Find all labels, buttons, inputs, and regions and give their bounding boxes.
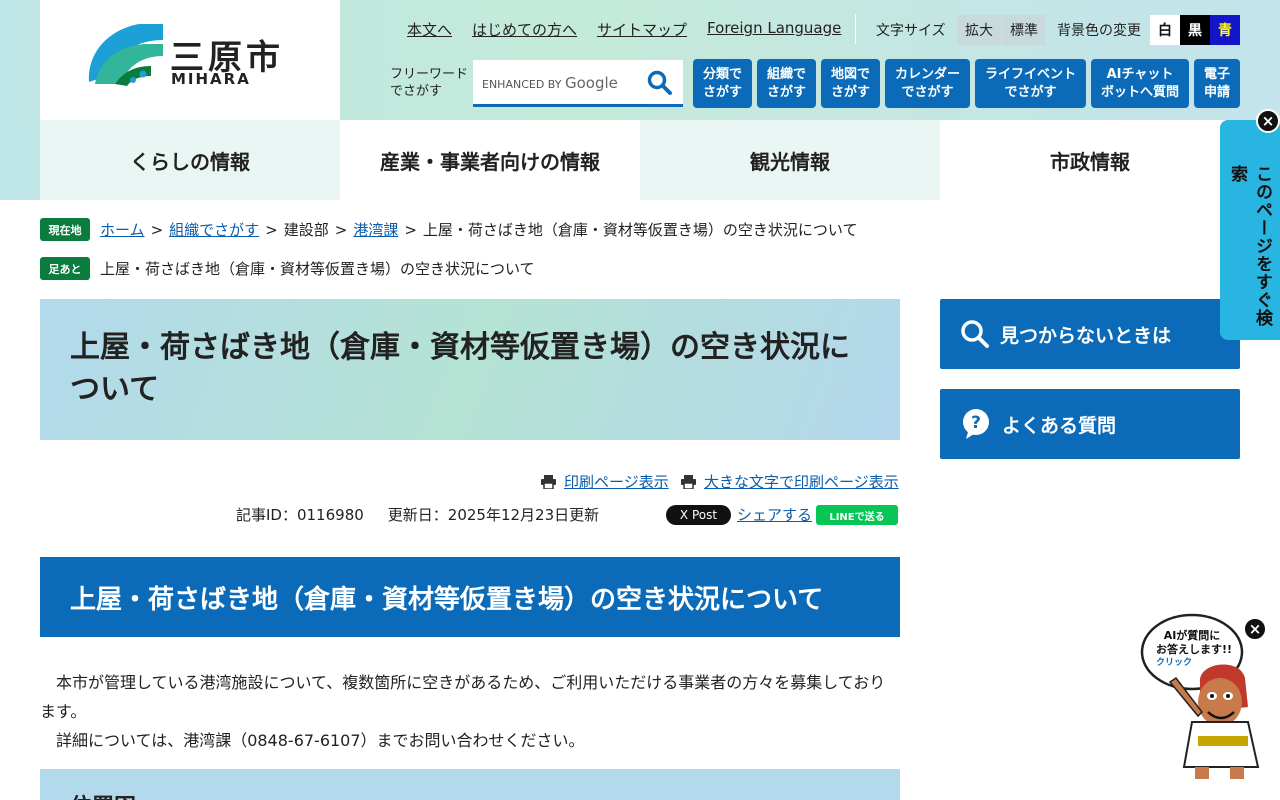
breadcrumb-home-link[interactable]: ホーム: [100, 219, 145, 240]
font-enlarge-button[interactable]: 拡大: [957, 15, 1001, 45]
side-tab-label: このページをすぐ検索: [1227, 165, 1272, 327]
search-icon[interactable]: [647, 70, 673, 96]
page-title-box: 上屋・荷さばき地（倉庫・資材等仮置き場）の空き状況について: [40, 299, 900, 440]
line-share-button[interactable]: LINEで送る: [816, 505, 898, 525]
bg-black-button[interactable]: 黒: [1180, 15, 1210, 45]
browse-by-department-button[interactable]: 組織で さがす: [757, 59, 816, 108]
search-placeholder: ENHANCED BY Google: [482, 74, 618, 92]
subsection-heading: 位置図: [40, 769, 900, 800]
article-body: 本市が管理している港湾施設について、複数箇所に空きがあるため、ご利用いただける事…: [40, 668, 900, 755]
browse-by-map-button[interactable]: 地図で さがす: [821, 59, 880, 108]
updated-date: 更新日：2025年12月23日更新: [387, 506, 600, 524]
bg-white-button[interactable]: 白: [1150, 15, 1180, 45]
search-label: フリーワードでさがす: [390, 67, 469, 99]
mascot-bubble-click: クリック: [1156, 657, 1192, 668]
nav-city-admin-info[interactable]: 市政情報: [940, 120, 1240, 200]
font-standard-button[interactable]: 標準: [1002, 15, 1046, 45]
breadcrumb-separator: >: [334, 220, 348, 239]
search-input[interactable]: ENHANCED BY Google: [473, 60, 683, 107]
skip-to-content-link[interactable]: 本文へ: [407, 19, 452, 40]
print-link-row: 印刷ページ表示: [541, 471, 669, 492]
logo-subtext: MIHARA: [171, 70, 251, 88]
print-page-link[interactable]: 印刷ページ表示: [564, 471, 669, 492]
nav-business-info[interactable]: 産業・事業者向けの情報: [340, 120, 640, 200]
faq-label: よくある質問: [1002, 414, 1117, 437]
breadcrumb-separator: >: [404, 220, 417, 239]
printer-icon: [541, 474, 556, 489]
body-paragraph: 本市が管理している港湾施設について、複数箇所に空きがあるため、ご利用いただける事…: [40, 673, 886, 721]
nav-living-info[interactable]: くらしの情報: [40, 120, 340, 200]
footprint-tag: 足あと: [40, 257, 90, 280]
x-post-button[interactable]: X Post: [666, 505, 731, 525]
bg-blue-button[interactable]: 青: [1210, 15, 1240, 45]
svg-text:?: ?: [971, 413, 981, 433]
close-side-tab-icon[interactable]: ×: [1256, 109, 1280, 133]
close-mascot-icon[interactable]: ×: [1243, 617, 1267, 641]
breadcrumb-tag: 現在地: [40, 218, 90, 241]
breadcrumb: 現在地 ホーム > 組織でさがす > 建設部 > 港湾課 > 上屋・荷さばき地（…: [40, 218, 857, 241]
breadcrumb-department-link[interactable]: 組織でさがす: [169, 219, 259, 240]
mascot-bubble-line1: AIが質問に: [1164, 628, 1221, 642]
article-id: 記事ID：0116980: [236, 506, 364, 524]
footprint-item: 上屋・荷さばき地（倉庫・資材等仮置き場）の空き状況について: [100, 260, 535, 278]
e-application-button[interactable]: 電子 申請: [1194, 59, 1240, 108]
breadcrumb-separator: >: [150, 220, 164, 239]
browse-by-calendar-button[interactable]: カレンダー でさがす: [885, 59, 970, 108]
site-logo[interactable]: 三原市 MIHARA: [40, 0, 340, 120]
breadcrumb-current: 上屋・荷さばき地（倉庫・資材等仮置き場）の空き状況について: [422, 221, 858, 239]
ai-chatbot-button[interactable]: AIチャット ボットへ質問: [1091, 59, 1189, 108]
font-size-label: 文字サイズ: [876, 23, 946, 39]
nav-tourism-info[interactable]: 観光情報: [640, 120, 940, 200]
mihara-logo-icon: [88, 24, 163, 86]
question-bubble-icon: ?: [963, 409, 989, 439]
not-found-button[interactable]: 見つからないときは: [940, 299, 1240, 369]
share-link[interactable]: シェアする: [737, 504, 812, 525]
print-large-link-row: 大きな文字で印刷ページ表示: [681, 471, 899, 492]
printer-icon: [681, 474, 696, 489]
utility-links: 本文へ はじめての方へ サイトマップ Foreign Language: [407, 19, 841, 40]
browse-by-category-button[interactable]: 分類で さがす: [693, 59, 752, 108]
body-paragraph: 詳細については、港湾課（0848-67-6107）までお問い合わせください。: [56, 731, 585, 750]
bg-color-label: 背景色の変更: [1057, 23, 1141, 39]
search-icon: [961, 320, 989, 348]
first-visit-link[interactable]: はじめての方へ: [472, 19, 577, 40]
foreign-language-link[interactable]: Foreign Language: [707, 19, 841, 40]
sitemap-link[interactable]: サイトマップ: [597, 19, 687, 40]
browse-by-life-event-button[interactable]: ライフイベント でさがす: [975, 59, 1086, 108]
breadcrumb-construction: 建設部: [283, 221, 329, 239]
breadcrumb-separator: >: [265, 220, 278, 239]
divider: [855, 14, 856, 44]
breadcrumb-port-link[interactable]: 港湾課: [353, 219, 398, 240]
article-meta: 記事ID：0116980 更新日：2025年12月23日更新: [236, 504, 599, 525]
section-heading: 上屋・荷さばき地（倉庫・資材等仮置き場）の空き状況について: [40, 557, 900, 637]
print-large-page-link[interactable]: 大きな文字で印刷ページ表示: [704, 471, 899, 492]
faq-button[interactable]: ? よくある質問: [940, 389, 1240, 459]
footprint-trail: 足あと 上屋・荷さばき地（倉庫・資材等仮置き場）の空き状況について: [40, 257, 535, 280]
page-search-side-tab[interactable]: このページをすぐ検索: [1220, 120, 1280, 340]
not-found-label: 見つからないときは: [1000, 324, 1172, 347]
page-title: 上屋・荷さばき地（倉庫・資材等仮置き場）の空き状況について: [70, 330, 850, 407]
mascot-bubble-line2: お答えします!!: [1156, 642, 1232, 656]
global-nav: くらしの情報 産業・事業者向けの情報 観光情報 市政情報: [40, 120, 1240, 200]
